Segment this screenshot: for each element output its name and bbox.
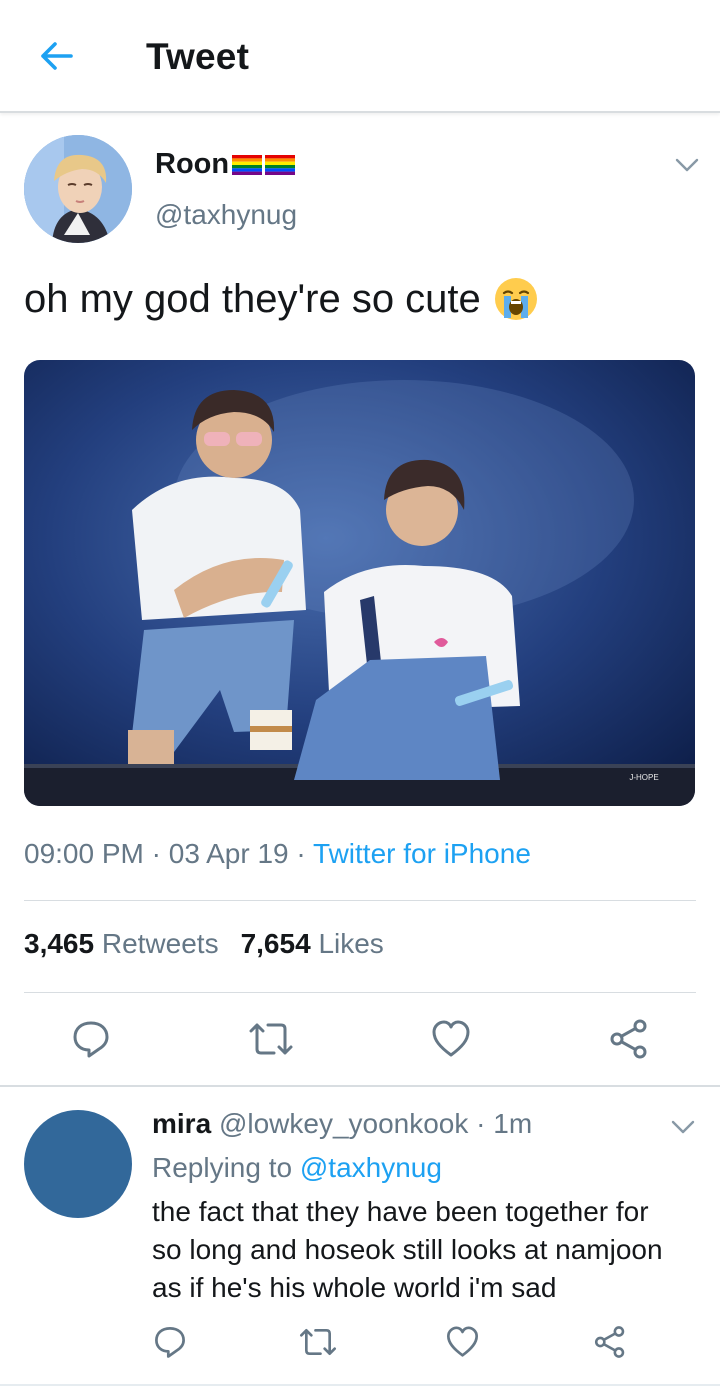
reply-icon xyxy=(155,1327,185,1358)
likes-stat[interactable]: 7,654 Likes xyxy=(241,928,384,959)
reply-header: mira @lowkey_yoonkook · 1m xyxy=(152,1108,533,1139)
reply-author-name[interactable]: mira xyxy=(152,1108,211,1139)
heart-icon xyxy=(432,1020,470,1057)
rainbow-flag-emoji xyxy=(265,154,296,175)
reply-like-button[interactable] xyxy=(442,1322,482,1362)
reply-reply-button[interactable] xyxy=(150,1322,190,1362)
reply-author-handle[interactable]: @lowkey_yoonkook xyxy=(219,1108,468,1139)
replying-to: Replying to @taxhynug xyxy=(152,1152,442,1183)
tweet-timestamp: 09:00 PM · 03 Apr 19 · Twitter for iPhon… xyxy=(24,838,531,869)
stage-photo: J-HOPE xyxy=(24,360,695,806)
page-title: Tweet xyxy=(146,36,250,77)
section-separator xyxy=(0,1085,720,1087)
retweet-icon xyxy=(300,1329,336,1355)
retweet-button[interactable] xyxy=(244,1016,298,1062)
share-icon xyxy=(594,1326,625,1358)
like-button[interactable] xyxy=(426,1016,476,1062)
share-icon xyxy=(610,1019,647,1059)
divider xyxy=(0,1384,720,1386)
reply-timestamp: 1m xyxy=(493,1108,533,1139)
reply-retweet-button[interactable] xyxy=(296,1322,340,1362)
rainbow-flag-emoji xyxy=(232,154,263,175)
reply-button[interactable] xyxy=(66,1016,116,1062)
retweets-stat[interactable]: 3,465 Retweets xyxy=(24,928,219,959)
reply-avatar[interactable] xyxy=(24,1110,132,1218)
tweet-stats: 3,465 Retweets 7,654 Likes xyxy=(24,928,384,960)
top-app-bar: Tweet xyxy=(0,0,720,113)
arrow-left-icon xyxy=(41,42,73,70)
svg-text:J-HOPE: J-HOPE xyxy=(629,773,658,782)
heart-icon xyxy=(446,1326,478,1357)
reply-share-button[interactable] xyxy=(590,1322,630,1362)
author-name[interactable]: Roon xyxy=(155,148,296,181)
chevron-down-icon[interactable] xyxy=(670,1118,696,1136)
author-handle[interactable]: @taxhynug xyxy=(155,199,297,231)
retweet-icon xyxy=(249,1023,293,1055)
mention-link[interactable]: @taxhynug xyxy=(300,1152,442,1183)
reply-icon xyxy=(73,1021,109,1058)
tweet-text: oh my god they're so cute xyxy=(24,276,539,322)
share-button[interactable] xyxy=(604,1016,654,1062)
back-button[interactable] xyxy=(34,36,78,76)
avatar[interactable] xyxy=(24,135,132,243)
chevron-down-icon[interactable] xyxy=(674,156,700,174)
loudly-crying-face-emoji xyxy=(494,278,537,320)
divider xyxy=(24,900,696,901)
avatar-photo xyxy=(24,135,132,243)
tweet-source-link[interactable]: Twitter for iPhone xyxy=(313,838,531,869)
tweet-media-image[interactable]: J-HOPE xyxy=(24,360,695,806)
divider xyxy=(24,992,696,993)
reply-text: the fact that they have been together fo… xyxy=(152,1196,663,1303)
